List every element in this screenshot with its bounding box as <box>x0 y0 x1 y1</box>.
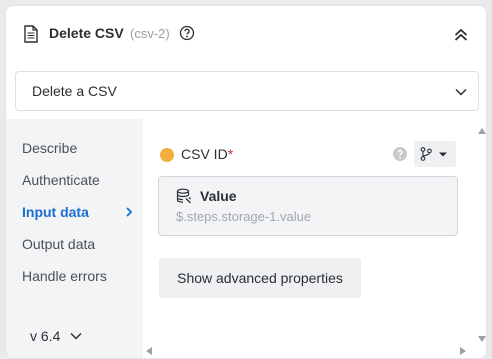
collapse-icon[interactable] <box>453 27 469 43</box>
vertical-scrollbar[interactable] <box>476 124 486 346</box>
step-title: Delete CSV <box>49 25 124 41</box>
field-label-text: CSV ID <box>181 146 228 162</box>
field-help-icon[interactable] <box>392 146 408 162</box>
version-label: v 6.4 <box>30 328 61 344</box>
sidebar-item-authenticate[interactable]: Authenticate <box>22 172 134 188</box>
scroll-right-arrow[interactable] <box>460 347 466 355</box>
sidebar-item-handle-errors[interactable]: Handle errors <box>22 268 134 284</box>
chevron-down-icon <box>455 88 467 96</box>
csv-id-value-input[interactable]: Value $.steps.storage-1.value <box>158 176 458 236</box>
scroll-down-arrow[interactable] <box>478 336 486 342</box>
required-mark: * <box>227 146 234 162</box>
scroll-left-arrow[interactable] <box>146 347 152 355</box>
step-id: (csv-2) <box>130 26 170 41</box>
value-expression: $.steps.storage-1.value <box>176 209 312 224</box>
step-sidebar: Describe Authenticate Input data Output … <box>6 119 143 358</box>
field-label: CSV ID* <box>181 146 233 162</box>
field-status-dot <box>160 148 174 162</box>
action-select[interactable]: Delete a CSV <box>15 71 479 111</box>
database-icon <box>176 188 191 204</box>
sidebar-item-describe[interactable]: Describe <box>22 140 134 156</box>
panel-header: Delete CSV (csv-2) <box>6 6 486 62</box>
sidebar-item-output-data[interactable]: Output data <box>22 236 134 252</box>
sidebar-item-input-data[interactable]: Input data <box>22 204 134 220</box>
input-data-content: CSV ID* Value $.steps.storage-1.value Sh… <box>143 119 486 358</box>
horizontal-scrollbar[interactable] <box>142 343 472 357</box>
scroll-up-arrow[interactable] <box>478 128 486 134</box>
version-select[interactable]: v 6.4 <box>30 328 83 344</box>
sidebar-item-label: Input data <box>22 204 89 220</box>
show-advanced-properties-button[interactable]: Show advanced properties <box>159 258 361 298</box>
step-panel: Delete CSV (csv-2) Delete a CSV Describe… <box>5 5 487 359</box>
document-icon <box>24 25 38 43</box>
value-source-menu-button[interactable] <box>414 141 456 167</box>
chevron-down-icon <box>70 332 82 340</box>
branch-icon <box>420 147 447 161</box>
action-select-value: Delete a CSV <box>32 83 117 99</box>
chevron-right-icon <box>126 207 133 217</box>
value-title: Value <box>200 188 237 204</box>
help-icon[interactable] <box>179 25 195 41</box>
